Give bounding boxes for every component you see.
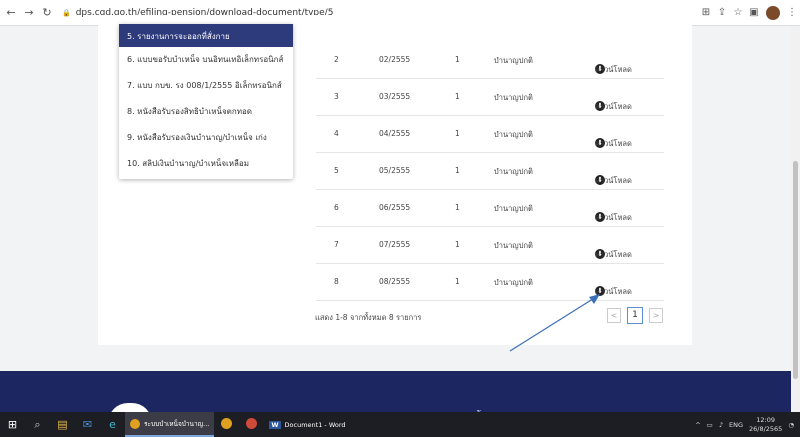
download-label: ดาวน์โหลด xyxy=(595,250,632,259)
results-summary: แสดง 1-8 จากทั้งหมด 8 รายการ xyxy=(315,313,422,322)
menu-item-5[interactable]: 5. รายงานการจะออกที่สั่งกาย xyxy=(119,24,293,47)
taskbar-chrome-label: ระบบบำเหน็จบำนาญ... xyxy=(144,419,210,428)
clock-date: 26/8/2565 xyxy=(748,424,783,433)
row-pension-type: บำนาญปกติ xyxy=(494,56,533,65)
row-count: 1 xyxy=(455,166,460,175)
row-count: 1 xyxy=(455,55,460,64)
language-indicator[interactable]: ENG xyxy=(729,421,743,429)
row-number: 6 xyxy=(334,203,339,212)
side-panel-icon[interactable]: ▣ xyxy=(746,7,762,18)
word-icon: W xyxy=(269,420,281,429)
row-number: 8 xyxy=(334,277,339,286)
more-menu-icon[interactable]: ⋮ xyxy=(784,7,800,18)
menu-item-8[interactable]: 8. หนังสือรับรองสิทธิบำเหน็จตกทอด xyxy=(119,99,293,125)
next-page-button[interactable]: > xyxy=(649,308,663,323)
battery-icon[interactable]: ▭ xyxy=(707,421,713,429)
system-tray: ^ ▭ ♪ ENG 12:09 26/8/2565 ◔ xyxy=(695,416,800,434)
profile-avatar[interactable] xyxy=(766,5,780,20)
chrome-icon[interactable] xyxy=(214,417,239,432)
table-row: 8 08/2555 1 บำนาญปกติ ⬇ ดาวน์โหลด xyxy=(316,264,664,301)
row-pension-type: บำนาญปกติ xyxy=(494,93,533,102)
row-pension-type: บำนาญปกติ xyxy=(494,130,533,139)
row-pension-type: บำนาญปกติ xyxy=(494,278,533,287)
row-number: 2 xyxy=(334,55,339,64)
row-count: 1 xyxy=(455,277,460,286)
site-footer: แบบหลัก xyxy=(0,371,791,423)
translate-icon[interactable]: ⊞ xyxy=(698,7,714,18)
menu-item-10[interactable]: 10. สลิปเงินบำนาญ/บำเหน็จเหลือม xyxy=(119,151,293,177)
reload-icon[interactable]: ↻ xyxy=(40,6,54,19)
row-document-period: 02/2555 xyxy=(379,55,411,64)
page-scrollbar[interactable] xyxy=(791,26,800,412)
taskbar-word-window[interactable]: W Document1 - Word xyxy=(264,412,350,437)
download-label: ดาวน์โหลด xyxy=(595,176,632,185)
taskbar-word-label: Document1 - Word xyxy=(284,420,346,429)
row-pension-type: บำนาญปกติ xyxy=(494,241,533,250)
row-count: 1 xyxy=(455,129,460,138)
volume-icon[interactable]: ♪ xyxy=(719,421,723,429)
menu-item-6[interactable]: 6. แบบขอรับบำเหน็จ บนอิทนเทอิเล็กทรอนิกส… xyxy=(119,47,293,73)
row-number: 7 xyxy=(334,240,339,249)
windows-start-icon[interactable]: ⊞ xyxy=(0,418,25,431)
notification-icon[interactable]: ◔ xyxy=(788,421,794,429)
table-row: 3 03/2555 1 บำนาญปกติ ⬇ ดาวน์โหลด xyxy=(316,79,664,116)
row-count: 1 xyxy=(455,203,460,212)
clock[interactable]: 12:09 26/8/2565 xyxy=(749,416,782,434)
download-label: ดาวน์โหลด xyxy=(595,65,632,74)
scrollbar-thumb[interactable] xyxy=(793,161,798,379)
download-label: ดาวน์โหลด xyxy=(595,213,632,222)
table-row: 7 07/2555 1 บำนาญปกติ ⬇ ดาวน์โหลด xyxy=(316,227,664,264)
back-icon[interactable]: ← xyxy=(4,6,18,19)
row-document-period: 04/2555 xyxy=(379,129,411,138)
table-row: 5 05/2555 1 บำนาญปกติ ⬇ ดาวน์โหลด xyxy=(316,153,664,190)
search-icon[interactable]: ⌕ xyxy=(25,418,50,432)
lock-icon: 🔒 xyxy=(62,8,71,17)
chrome-icon[interactable] xyxy=(239,417,264,432)
row-document-period: 08/2555 xyxy=(379,277,411,286)
row-pension-type: บำนาญปกติ xyxy=(494,204,533,213)
menu-item-9[interactable]: 9. หนังสือรับรองเงินบำนาญ/บำเหน็จ เก่ง xyxy=(119,125,293,151)
download-label: ดาวน์โหลด xyxy=(595,287,632,296)
row-document-period: 03/2555 xyxy=(379,92,411,101)
document-table: 2 02/2555 1 บำนาญปกติ ⬇ ดาวน์โหลด 3 03/2555 1 บำน… xyxy=(316,42,664,301)
file-explorer-icon[interactable]: ▤ xyxy=(50,418,75,431)
row-count: 1 xyxy=(455,240,460,249)
row-document-period: 07/2555 xyxy=(379,240,411,249)
table-row: 4 04/2555 1 บำนาญปกติ ⬇ ดาวน์โหลด xyxy=(316,116,664,153)
document-type-menu: 5. รายงานการจะออกที่สั่งกาย 6. แบบขอรับบ… xyxy=(119,24,293,179)
forward-icon[interactable]: → xyxy=(22,6,36,19)
page-1-button[interactable]: 1 xyxy=(627,307,643,324)
chrome-icon xyxy=(130,418,140,429)
prev-page-button[interactable]: < xyxy=(607,308,621,323)
table-row: 6 06/2555 1 บำนาญปกติ ⬇ ดาวน์โหลด xyxy=(316,190,664,227)
tray-chevron-icon[interactable]: ^ xyxy=(695,421,700,429)
menu-item-7[interactable]: 7. แบบ กบข. รง 008/1/2555 อิเล็กทรอนิกส์ xyxy=(119,73,293,99)
clock-time: 12:09 xyxy=(756,415,776,424)
row-number: 5 xyxy=(334,166,339,175)
row-number: 4 xyxy=(334,129,339,138)
row-document-period: 06/2555 xyxy=(379,203,411,212)
pagination: < 1 > xyxy=(607,307,663,324)
bookmark-star-icon[interactable]: ☆ xyxy=(730,7,746,18)
download-label: ดาวน์โหลด xyxy=(595,139,632,148)
row-pension-type: บำนาญปกติ xyxy=(494,167,533,176)
taskbar-chrome-window[interactable]: ระบบบำเหน็จบำนาญ... xyxy=(125,412,215,437)
row-count: 1 xyxy=(455,92,460,101)
share-icon[interactable]: ⇪ xyxy=(714,7,730,18)
row-document-period: 05/2555 xyxy=(379,166,411,175)
mail-icon[interactable]: ✉ xyxy=(75,418,100,431)
row-number: 3 xyxy=(334,92,339,101)
edge-icon[interactable]: e xyxy=(100,418,125,431)
table-row: 2 02/2555 1 บำนาญปกติ ⬇ ดาวน์โหลด xyxy=(316,42,664,79)
windows-taskbar: ⊞ ⌕ ▤ ✉ e ระบบบำเหน็จบำนาญ... W Document… xyxy=(0,412,800,437)
download-label: ดาวน์โหลด xyxy=(595,102,632,111)
